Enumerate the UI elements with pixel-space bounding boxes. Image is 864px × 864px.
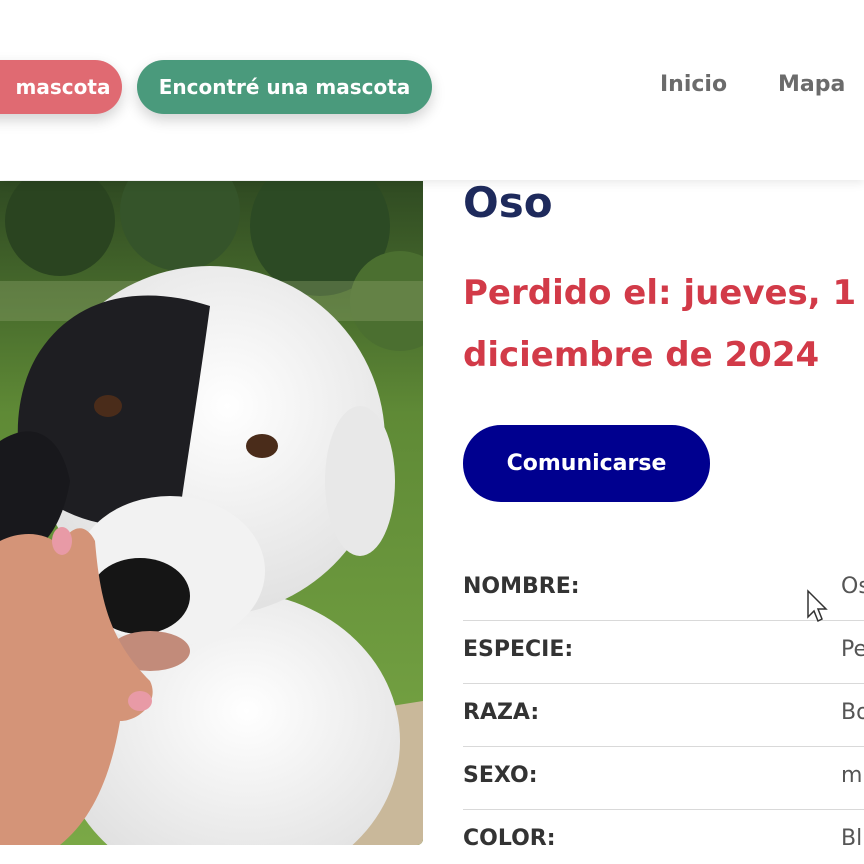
detail-label: COLOR: <box>463 826 556 851</box>
detail-value: Pe <box>841 637 864 662</box>
detail-row-sex: SEXO: m <box>463 747 864 810</box>
detail-label: NOMBRE: <box>463 574 580 599</box>
lost-date-line1: Perdido el: jueves, 1 <box>463 273 857 313</box>
detail-label: RAZA: <box>463 700 540 725</box>
detail-row-species: ESPECIE: Pe <box>463 621 864 684</box>
detail-value: Bl <box>841 826 863 851</box>
found-pet-button-label: Encontré una mascota <box>158 75 411 99</box>
lost-pet-button[interactable]: mascota <box>0 60 122 114</box>
detail-row-color: COLOR: Bl <box>463 810 864 864</box>
lost-date: Perdido el: jueves, 1 diciembre de 2024 <box>463 262 864 386</box>
detail-row-breed: RAZA: Bo <box>463 684 864 747</box>
detail-value: Bo <box>841 700 864 725</box>
detail-label: ESPECIE: <box>463 637 574 662</box>
contact-button-label: Comunicarse <box>506 451 667 476</box>
lost-date-line2: diciembre de 2024 <box>463 335 820 375</box>
detail-row-name: NOMBRE: Os <box>463 558 864 621</box>
page: mascota Encontré una mascota Inicio Mapa <box>0 0 864 864</box>
found-pet-button[interactable]: Encontré una mascota <box>137 60 432 114</box>
pet-details-table: NOMBRE: Os ESPECIE: Pe RAZA: Bo SEXO: m … <box>463 558 864 864</box>
top-header: mascota Encontré una mascota Inicio Mapa <box>0 0 864 180</box>
lost-pet-button-label: mascota <box>15 75 111 99</box>
nav-map-link[interactable]: Mapa <box>778 72 845 97</box>
detail-label: SEXO: <box>463 763 538 788</box>
nav-home-link[interactable]: Inicio <box>660 72 727 97</box>
mouse-cursor-icon <box>807 589 828 623</box>
pet-name: Oso <box>463 178 553 227</box>
detail-value: m <box>841 763 863 788</box>
detail-value: Os <box>841 574 864 599</box>
pet-photo <box>0 181 423 845</box>
contact-button[interactable]: Comunicarse <box>463 425 710 502</box>
